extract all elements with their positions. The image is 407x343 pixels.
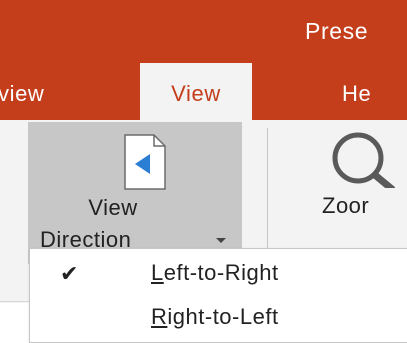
dropdown-arrow-icon: [216, 238, 226, 243]
view-direction-button[interactable]: View Direction: [28, 122, 242, 264]
view-direction-menu: ✔ Left-to-Right Right-to-Left: [29, 248, 407, 343]
magnifier-icon[interactable]: [318, 132, 407, 188]
menu-item-right-to-left[interactable]: Right-to-Left: [30, 295, 407, 339]
title-bar: Prese: [0, 0, 407, 63]
checkmark-icon: ✔: [60, 261, 79, 286]
window-title: Prese: [305, 18, 369, 44]
view-direction-label-line1: View: [88, 195, 138, 220]
menu-item-label: Left-to-Right: [151, 260, 279, 285]
document-left-arrow-icon: [124, 134, 166, 190]
tab-review[interactable]: view: [0, 63, 44, 120]
ribbon-tab-bar: view View He: [0, 63, 407, 120]
group-separator: [267, 128, 268, 258]
zoom-button-label[interactable]: Zoor: [322, 193, 369, 219]
tab-view[interactable]: View: [140, 63, 252, 120]
menu-item-left-to-right[interactable]: ✔ Left-to-Right: [30, 251, 407, 295]
app-window: Prese view View He View Direction Zoor ✔: [0, 0, 407, 343]
menu-item-label: Right-to-Left: [151, 304, 279, 329]
tab-help[interactable]: He: [342, 63, 371, 120]
